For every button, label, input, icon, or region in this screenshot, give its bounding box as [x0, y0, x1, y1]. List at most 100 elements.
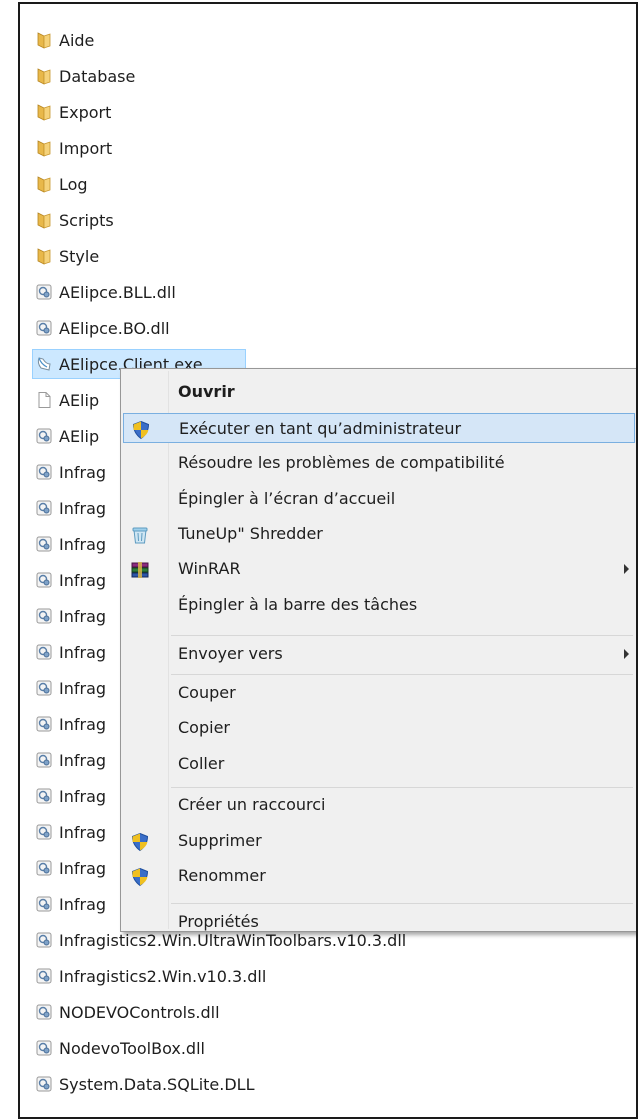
- exe-file-icon: [35, 355, 53, 373]
- menu-item-label: Propriétés: [178, 912, 259, 931]
- file-name: Scripts: [59, 210, 114, 230]
- dll-file-icon: [35, 319, 53, 337]
- folder-icon: [35, 31, 53, 49]
- menu-item-label: Couper: [178, 683, 236, 702]
- menu-item-label: Résoudre les problèmes de compatibilité: [178, 453, 505, 472]
- folder-icon: [35, 247, 53, 265]
- menu-item-label: WinRAR: [178, 559, 241, 578]
- menu-item[interactable]: WinRAR: [123, 554, 635, 584]
- file-name: Infrag: [59, 606, 107, 626]
- menu-item-label: Épingler à l’écran d’accueil: [178, 489, 396, 508]
- winrar-books-icon: [130, 560, 150, 580]
- menu-item[interactable]: Coller: [123, 749, 635, 779]
- file-name: Import: [59, 138, 113, 158]
- file-name: Database: [59, 66, 136, 86]
- uac-shield-icon: [131, 420, 151, 440]
- blank-file-icon: [35, 391, 53, 409]
- menu-separator: [171, 903, 633, 904]
- context-menu: Ouvrir Exécuter en tant qu’administrateur…: [120, 368, 636, 932]
- menu-item-label: Renommer: [178, 866, 266, 885]
- dll-file-icon: [35, 967, 53, 985]
- uac-shield-icon: [130, 867, 150, 887]
- file-name: Infrag: [59, 678, 107, 698]
- menu-separator: [171, 635, 633, 636]
- file-name: Infrag: [59, 642, 107, 662]
- menu-item[interactable]: Ouvrir: [123, 377, 635, 407]
- menu-item[interactable]: Couper: [123, 678, 635, 708]
- file-item[interactable]: AElipce.BLL.dll: [20, 274, 636, 310]
- menu-item[interactable]: Épingler à la barre des tâches: [123, 590, 635, 620]
- file-item[interactable]: Scripts: [20, 202, 636, 238]
- file-item[interactable]: Database: [20, 58, 636, 94]
- menu-item[interactable]: Supprimer: [123, 826, 635, 856]
- file-name: Log: [59, 174, 88, 194]
- menu-item[interactable]: Épingler à l’écran d’accueil: [123, 484, 635, 514]
- dll-file-icon: [35, 1039, 53, 1057]
- menu-item[interactable]: TuneUp" Shredder: [123, 519, 635, 549]
- menu-separator: [171, 674, 633, 675]
- menu-item[interactable]: Exécuter en tant qu’administrateur: [123, 413, 635, 443]
- menu-item-label: Coller: [178, 754, 225, 773]
- file-name: System.Data.SQLite.DLL: [59, 1074, 255, 1094]
- dll-file-icon: [35, 715, 53, 733]
- file-item[interactable]: System.Data.SQLite.DLL: [20, 1066, 636, 1102]
- file-name: Infrag: [59, 750, 107, 770]
- menu-item-label: Envoyer vers: [178, 644, 283, 663]
- uac-shield-icon: [130, 832, 150, 852]
- dll-file-icon: [35, 283, 53, 301]
- file-item[interactable]: Log: [20, 166, 636, 202]
- dll-file-icon: [35, 823, 53, 841]
- menu-item-label: Ouvrir: [178, 382, 235, 401]
- file-name: NodevoToolBox.dll: [59, 1038, 205, 1058]
- menu-item-label: Supprimer: [178, 831, 262, 850]
- submenu-arrow-icon: [624, 564, 629, 574]
- file-item[interactable]: Aide: [20, 22, 636, 58]
- file-name: Aide: [59, 30, 95, 50]
- file-name: AElip: [59, 426, 100, 446]
- menu-separator: [171, 787, 633, 788]
- submenu-arrow-icon: [624, 649, 629, 659]
- file-item[interactable]: AElipce.BO.dll: [20, 310, 636, 346]
- menu-item[interactable]: Résoudre les problèmes de compatibilité: [123, 448, 635, 478]
- file-item[interactable]: Export: [20, 94, 636, 130]
- file-name: Infrag: [59, 822, 107, 842]
- file-name: AElipce.BLL.dll: [59, 282, 176, 302]
- folder-icon: [35, 175, 53, 193]
- file-name: Infrag: [59, 714, 107, 734]
- file-name: AElipce.BO.dll: [59, 318, 170, 338]
- dll-file-icon: [35, 643, 53, 661]
- dll-file-icon: [35, 607, 53, 625]
- file-item[interactable]: Style: [20, 238, 636, 274]
- menu-item-label: TuneUp" Shredder: [178, 524, 323, 543]
- menu-item-label: Créer un raccourci: [178, 795, 326, 814]
- menu-item-label: Épingler à la barre des tâches: [178, 595, 418, 614]
- file-item[interactable]: NODEVOControls.dll: [20, 994, 636, 1030]
- dll-file-icon: [35, 463, 53, 481]
- menu-item[interactable]: Copier: [123, 713, 635, 743]
- file-name: Infrag: [59, 462, 107, 482]
- file-name: Infrag: [59, 786, 107, 806]
- file-item[interactable]: NodevoToolBox.dll: [20, 1030, 636, 1066]
- explorer-file-pane: Aide Database Export Import Log Scripts Style A…: [18, 2, 638, 1119]
- dll-file-icon: [35, 895, 53, 913]
- menu-item[interactable]: Renommer: [123, 861, 635, 891]
- dll-file-icon: [35, 535, 53, 553]
- dll-file-icon: [35, 931, 53, 949]
- file-name: Infrag: [59, 534, 107, 554]
- file-item[interactable]: Import: [20, 130, 636, 166]
- menu-item-label: Copier: [178, 718, 230, 737]
- file-name: Infrag: [59, 858, 107, 878]
- dll-file-icon: [35, 571, 53, 589]
- menu-item[interactable]: Propriétés: [123, 907, 635, 937]
- file-item[interactable]: Infragistics2.Win.v10.3.dll: [20, 958, 636, 994]
- dll-file-icon: [35, 1003, 53, 1021]
- folder-icon: [35, 211, 53, 229]
- dll-file-icon: [35, 499, 53, 517]
- menu-item[interactable]: Envoyer vers: [123, 639, 635, 669]
- folder-icon: [35, 139, 53, 157]
- file-name: Export: [59, 102, 112, 122]
- dll-file-icon: [35, 859, 53, 877]
- dll-file-icon: [35, 787, 53, 805]
- folder-icon: [35, 67, 53, 85]
- menu-item[interactable]: Créer un raccourci: [123, 790, 635, 820]
